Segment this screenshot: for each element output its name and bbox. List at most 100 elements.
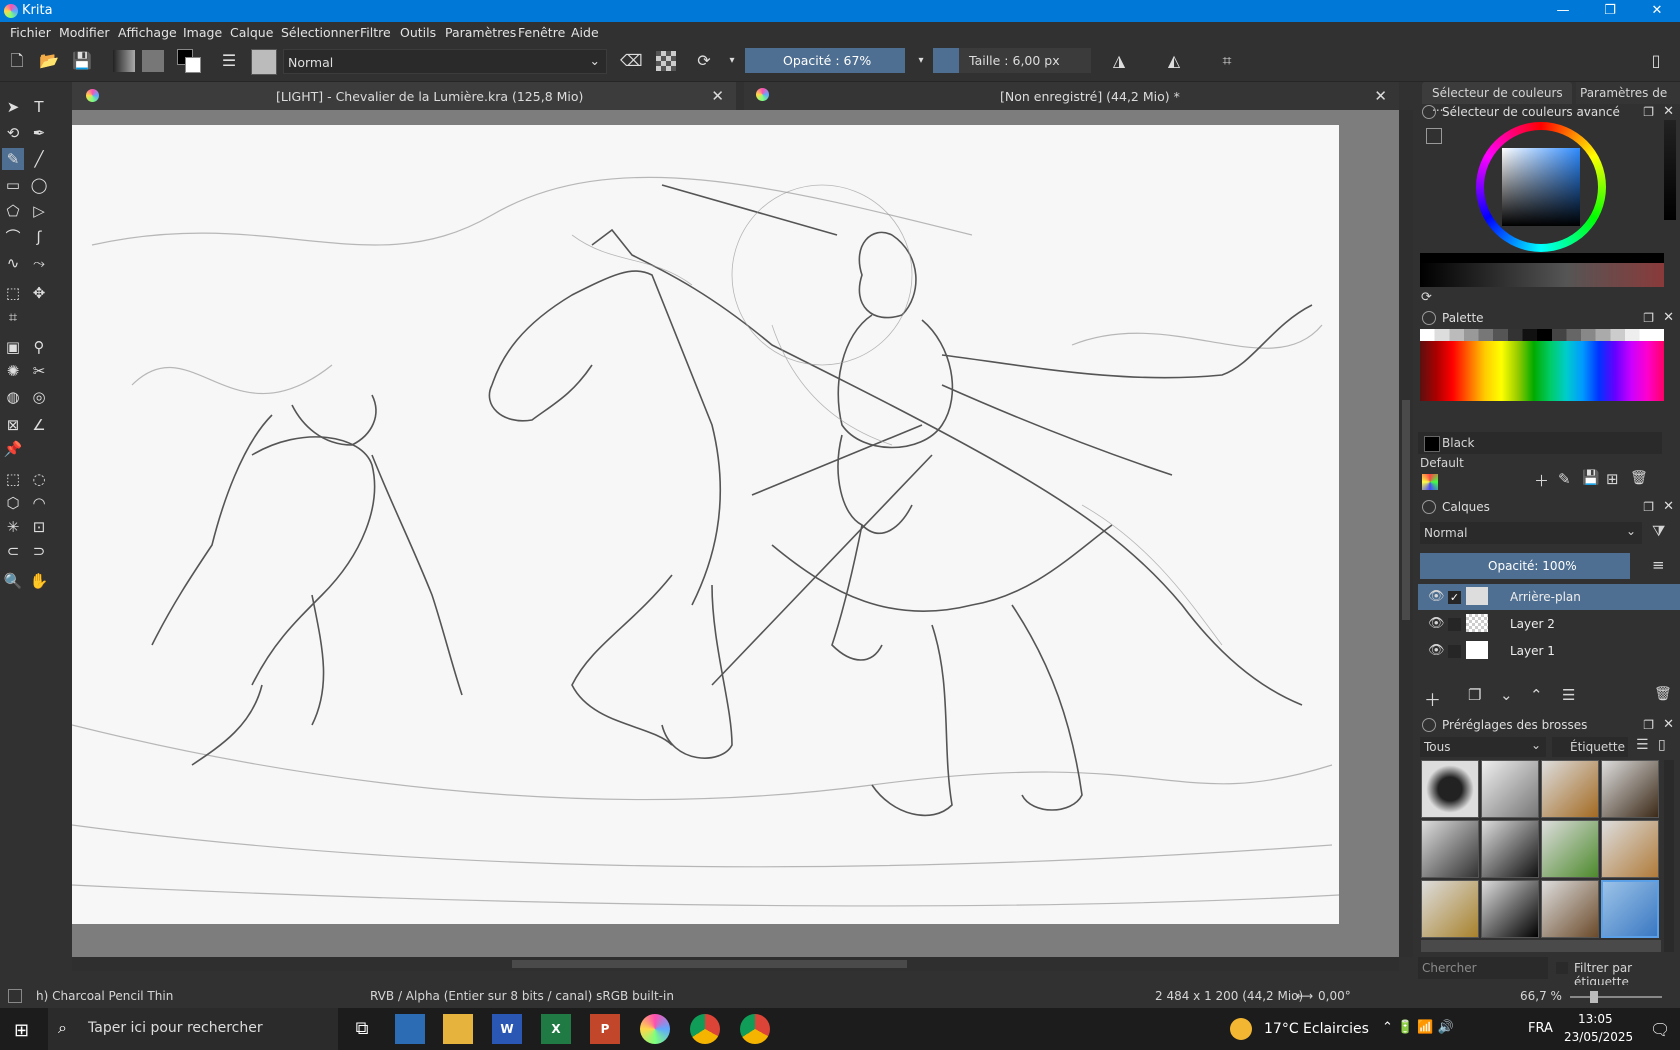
- close-icon[interactable]: ✕: [1663, 717, 1674, 732]
- colorize-mask-icon[interactable]: ✂: [28, 360, 50, 382]
- eye-icon[interactable]: 👁: [1428, 643, 1445, 658]
- wrap-around-icon[interactable]: ⌗: [1216, 50, 1238, 72]
- palette-grid-icon[interactable]: [1422, 474, 1438, 490]
- chrome-profile-icon[interactable]: [740, 1014, 770, 1044]
- delete-layer-icon[interactable]: 🗑: [1654, 686, 1672, 702]
- select-shape-icon[interactable]: ➤: [2, 96, 24, 118]
- add-layer-icon[interactable]: ＋: [1424, 686, 1441, 711]
- color-picker-icon[interactable]: ⚲: [28, 336, 50, 358]
- similar-selection-icon[interactable]: ⊡: [28, 516, 50, 538]
- docker-layout-icon[interactable]: ▯: [1645, 50, 1667, 72]
- view-list-icon[interactable]: ☰: [1636, 737, 1649, 753]
- zoom-slider[interactable]: [1570, 996, 1662, 998]
- delete-icon[interactable]: 🗑: [1630, 470, 1648, 486]
- transform-tool-icon[interactable]: ⬚: [2, 282, 24, 304]
- clock-time[interactable]: 13:05: [1578, 1012, 1613, 1026]
- pan-tool-icon[interactable]: ✋: [28, 570, 50, 592]
- brush-search-input[interactable]: Chercher: [1418, 957, 1548, 979]
- new-document-icon[interactable]: 🗋: [6, 50, 28, 72]
- polygon-selection-icon[interactable]: ⬡: [2, 492, 24, 514]
- save-icon[interactable]: 💾: [71, 50, 93, 72]
- bezier-selection-icon[interactable]: ⊂: [2, 540, 24, 562]
- brush-preset-item[interactable]: [1601, 760, 1659, 818]
- palette-swatches[interactable]: [1420, 329, 1664, 401]
- filter-icon[interactable]: ⧩: [1652, 522, 1665, 540]
- crop-tool-icon[interactable]: ⌗: [2, 306, 24, 328]
- filter-by-tag-checkbox[interactable]: [1556, 962, 1568, 974]
- menu-parametres[interactable]: Paramètres: [445, 25, 516, 40]
- chrome-icon[interactable]: [690, 1014, 720, 1044]
- measure-tool-icon[interactable]: ∠: [28, 414, 50, 436]
- rect-selection-icon[interactable]: ⬚: [2, 468, 24, 490]
- grid-icon[interactable]: ⊞: [1606, 470, 1619, 488]
- view-grid-icon[interactable]: ▯: [1658, 737, 1666, 753]
- layer-row-layer-2[interactable]: 👁 Layer 2: [1418, 611, 1680, 637]
- brush-preset-item-selected[interactable]: [1601, 880, 1659, 938]
- clock-date[interactable]: 23/05/2025: [1564, 1030, 1633, 1044]
- mirror-vertical-icon[interactable]: ◭: [1163, 50, 1185, 72]
- reference-tool-icon[interactable]: 📌: [2, 438, 24, 460]
- brush-preset-item[interactable]: [1481, 760, 1539, 818]
- freehand-selection-icon[interactable]: ◠: [28, 492, 50, 514]
- duplicate-layer-icon[interactable]: ❐: [1468, 686, 1481, 704]
- tab-document-2[interactable]: [Non enregistré] (44,2 Mio) * ✕: [744, 82, 1399, 110]
- fill-tool-icon[interactable]: ◍: [2, 386, 24, 408]
- eye-icon[interactable]: 👁: [1428, 616, 1445, 631]
- close-tab-icon[interactable]: ✕: [711, 87, 724, 105]
- pattern-icon[interactable]: [142, 50, 164, 72]
- close-icon[interactable]: ✕: [1663, 310, 1674, 325]
- hue-ring[interactable]: [1476, 122, 1606, 252]
- close-icon[interactable]: ✕: [1663, 499, 1674, 514]
- rectangle-tool-icon[interactable]: ▭: [2, 174, 24, 196]
- freehand-brush-icon[interactable]: ✎: [2, 148, 24, 170]
- menu-affichage[interactable]: Affichage: [118, 25, 177, 40]
- krita-taskbar-icon[interactable]: [640, 1014, 670, 1044]
- eraser-icon[interactable]: ⌫: [620, 50, 643, 72]
- gradient-tool-icon[interactable]: ▣: [2, 336, 24, 358]
- menu-outils[interactable]: Outils: [400, 25, 436, 40]
- brush-preset-item[interactable]: [1541, 880, 1599, 938]
- close-tab-icon[interactable]: ✕: [1374, 87, 1387, 105]
- contiguous-selection-icon[interactable]: ✳: [2, 516, 24, 538]
- color-selector-settings-icon[interactable]: [1426, 128, 1442, 144]
- windows-start-icon[interactable]: ⊞: [14, 1020, 29, 1041]
- ellipse-selection-icon[interactable]: ◌: [28, 468, 50, 490]
- taskbar-search[interactable]: ⌕ Taper ici pour rechercher: [48, 1008, 338, 1050]
- size-slider[interactable]: Taille : 6,00 px: [933, 48, 1091, 73]
- checkbox-icon[interactable]: [1448, 645, 1461, 658]
- brush-preset-item[interactable]: [1541, 760, 1599, 818]
- enclose-fill-icon[interactable]: ◎: [28, 386, 50, 408]
- text-tool-icon[interactable]: T: [28, 96, 50, 118]
- file-explorer-icon[interactable]: [443, 1014, 473, 1044]
- edit-shape-icon[interactable]: ⟲: [2, 122, 24, 144]
- brush-preset-item[interactable]: [1481, 820, 1539, 878]
- line-tool-icon[interactable]: ╱: [28, 148, 50, 170]
- layer-opacity-slider[interactable]: Opacité: 100%: [1420, 553, 1630, 579]
- opacity-slider[interactable]: Opacité : 67%: [745, 48, 905, 73]
- menu-aide[interactable]: Aide: [571, 25, 599, 40]
- lock-icon[interactable]: [1422, 105, 1436, 119]
- move-tool-icon[interactable]: ✥: [28, 282, 50, 304]
- chevron-down-icon[interactable]: ▾: [910, 50, 932, 72]
- blend-mode-select[interactable]: Normal ⌄: [283, 49, 607, 74]
- powerpoint-icon[interactable]: P: [590, 1014, 620, 1044]
- store-app-icon[interactable]: [395, 1014, 425, 1044]
- brush-settings-icon[interactable]: ☰: [218, 50, 240, 72]
- tray-icons[interactable]: ⌃ 🔋 📶 🔊: [1382, 1020, 1454, 1035]
- lock-icon[interactable]: [1422, 718, 1436, 732]
- menu-modifier[interactable]: Modifier: [59, 25, 110, 40]
- notification-icon[interactable]: 🗨: [1650, 1020, 1670, 1039]
- ellipse-tool-icon[interactable]: ◯: [28, 174, 50, 196]
- edit-icon[interactable]: ✎: [1558, 470, 1571, 488]
- polyline-tool-icon[interactable]: ▷: [28, 200, 50, 222]
- brush-preset-item[interactable]: [1421, 880, 1479, 938]
- eye-icon[interactable]: 👁: [1428, 589, 1445, 604]
- word-icon[interactable]: W: [492, 1014, 522, 1044]
- checkbox-icon[interactable]: ✓: [1448, 591, 1461, 604]
- tag-button[interactable]: Étiquette: [1552, 737, 1628, 757]
- lock-icon[interactable]: [1422, 500, 1436, 514]
- dynamic-brush-icon[interactable]: ∿: [2, 252, 24, 274]
- background-color-icon[interactable]: [185, 57, 201, 73]
- restore-icon[interactable]: ❐: [1587, 0, 1633, 22]
- freehand-path-icon[interactable]: ʃ: [28, 226, 50, 248]
